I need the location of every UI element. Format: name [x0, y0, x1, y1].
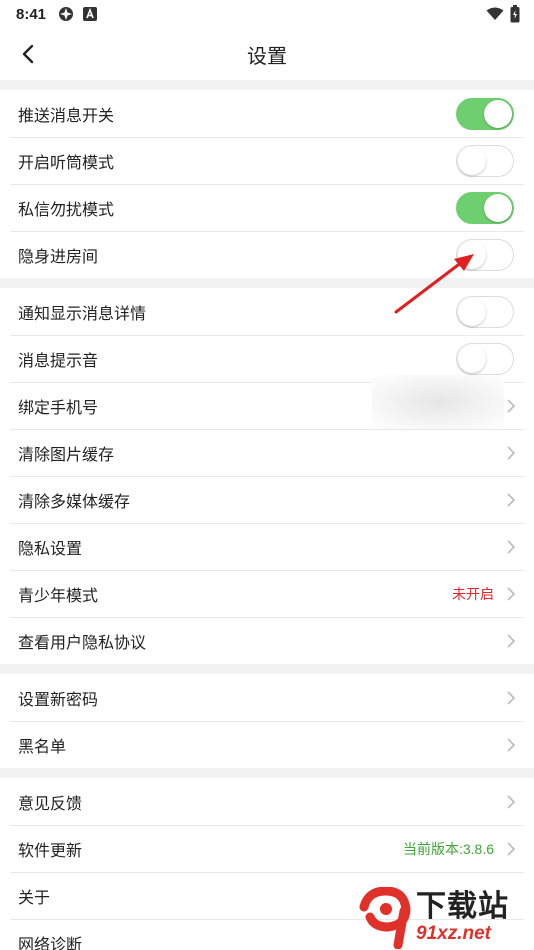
setting-earpiece-mode: 开启听筒模式	[0, 137, 534, 184]
a-notification-icon	[83, 7, 98, 21]
status-bar: 8:41	[0, 0, 534, 28]
back-button[interactable]	[14, 40, 42, 68]
app-notification-icon	[59, 7, 74, 21]
setting-label: 软件更新	[18, 842, 83, 860]
watermark-logo-icon	[359, 887, 411, 949]
setting-label: 黑名单	[18, 738, 67, 756]
chevron-right-icon	[507, 841, 516, 856]
chevron-right-icon	[507, 492, 516, 507]
setting-label: 清除图片缓存	[18, 446, 115, 464]
setting-push-messages: 推送消息开关	[0, 90, 534, 137]
setting-label: 开启听筒模式	[18, 154, 115, 172]
setting-label: 设置新密码	[18, 691, 99, 709]
setting-software-update[interactable]: 软件更新 当前版本:3.8.6	[0, 825, 534, 872]
section-divider	[0, 664, 534, 674]
setting-label: 私信勿扰模式	[18, 201, 115, 219]
battery-icon	[510, 5, 520, 23]
setting-notification-detail: 通知显示消息详情	[0, 288, 534, 335]
app-header: 设置	[0, 28, 534, 80]
setting-blacklist[interactable]: 黑名单	[0, 721, 534, 768]
watermark: 下载站 91xz.net	[358, 886, 530, 950]
current-version: 当前版本:3.8.6	[402, 840, 494, 857]
setting-label: 隐身进房间	[18, 248, 99, 266]
setting-label: 通知显示消息详情	[18, 305, 147, 323]
setting-label: 查看用户隐私协议	[18, 634, 147, 652]
section-divider	[0, 278, 534, 288]
dm-dnd-toggle[interactable]	[456, 191, 514, 224]
notification-detail-toggle[interactable]	[456, 295, 514, 328]
earpiece-mode-toggle[interactable]	[456, 144, 514, 177]
setting-privacy-agreement[interactable]: 查看用户隐私协议	[0, 617, 534, 664]
setting-feedback[interactable]: 意见反馈	[0, 778, 534, 825]
setting-clear-image-cache[interactable]: 清除图片缓存	[0, 429, 534, 476]
setting-dm-dnd: 私信勿扰模式	[0, 184, 534, 231]
watermark-title: 下载站	[416, 890, 509, 923]
setting-label: 消息提示音	[18, 352, 99, 370]
section-account: 设置新密码 黑名单	[0, 674, 534, 768]
phone-number-blur	[372, 375, 504, 429]
watermark-url: 91xz.net	[416, 923, 491, 944]
status-time: 8:41	[16, 5, 47, 23]
teen-mode-status: 未开启	[452, 585, 494, 602]
invisible-enter-toggle[interactable]	[456, 238, 514, 271]
chevron-right-icon	[507, 445, 516, 460]
chevron-right-icon	[507, 690, 516, 705]
setting-label: 推送消息开关	[18, 107, 115, 125]
chevron-right-icon	[507, 398, 516, 413]
chevron-right-icon	[507, 794, 516, 809]
setting-privacy[interactable]: 隐私设置	[0, 523, 534, 570]
setting-teen-mode[interactable]: 青少年模式 未开启	[0, 570, 534, 617]
section-divider	[0, 80, 534, 90]
setting-label: 隐私设置	[18, 540, 83, 558]
chevron-right-icon	[507, 737, 516, 752]
page-title: 设置	[247, 45, 287, 68]
back-arrow-icon	[22, 44, 34, 64]
section-divider	[0, 768, 534, 778]
chevron-right-icon	[507, 539, 516, 554]
setting-label: 清除多媒体缓存	[18, 493, 131, 511]
setting-label: 青少年模式	[18, 587, 99, 605]
chevron-right-icon	[507, 633, 516, 648]
setting-new-password[interactable]: 设置新密码	[0, 674, 534, 721]
setting-invisible-enter: 隐身进房间	[0, 231, 534, 278]
wifi-icon	[486, 7, 504, 20]
section-switches: 推送消息开关 开启听筒模式 私信勿扰模式 隐身进房间	[0, 90, 534, 278]
message-sound-toggle[interactable]	[456, 342, 514, 375]
section-general: 通知显示消息详情 消息提示音 绑定手机号 清除图片缓存 清除多媒体缓存 隐私设置…	[0, 288, 534, 664]
setting-clear-media-cache[interactable]: 清除多媒体缓存	[0, 476, 534, 523]
chevron-right-icon	[507, 586, 516, 601]
setting-label: 意见反馈	[18, 795, 83, 813]
push-messages-toggle[interactable]	[456, 97, 514, 130]
